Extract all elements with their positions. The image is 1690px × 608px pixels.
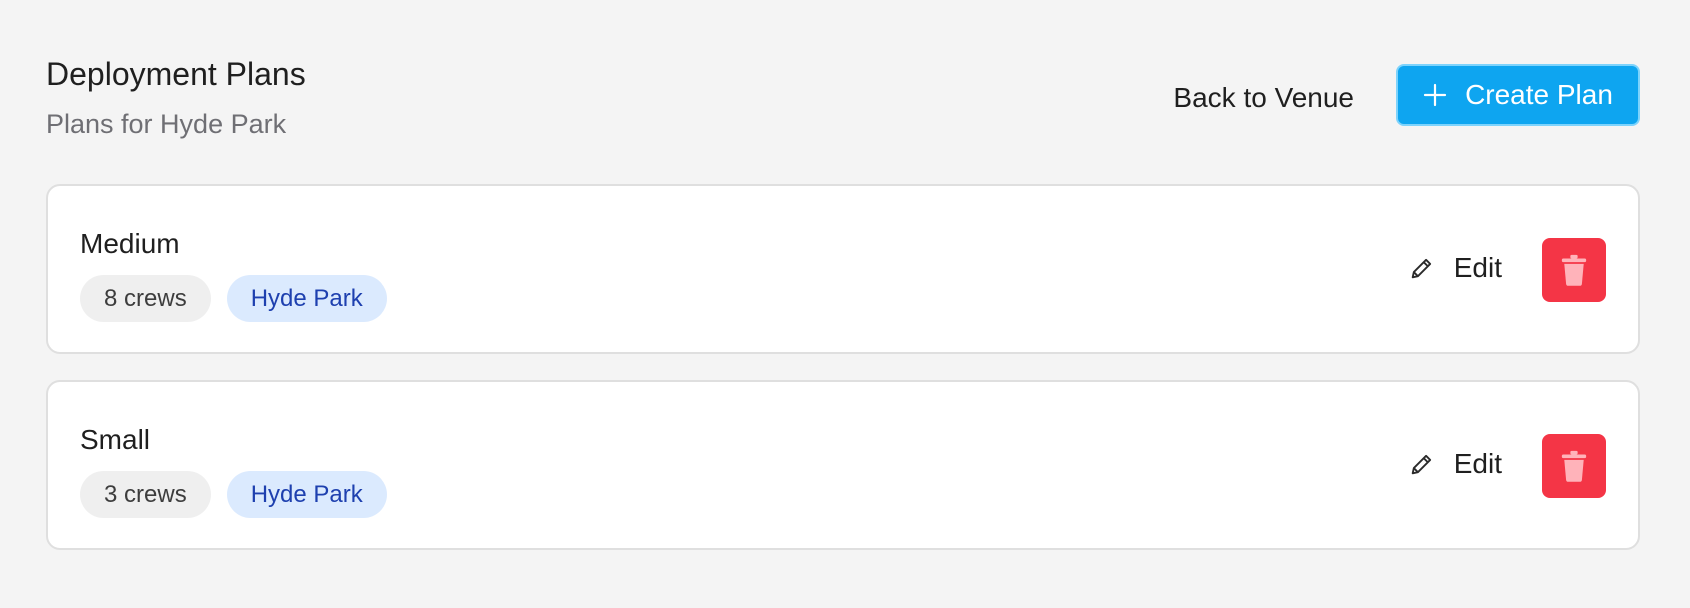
plan-tags: 8 crews Hyde Park — [80, 275, 387, 322]
venue-badge: Hyde Park — [226, 471, 387, 518]
pencil-icon — [1411, 454, 1431, 475]
trash-icon — [1561, 254, 1587, 286]
crews-badge: 8 crews — [80, 275, 211, 322]
trash-icon — [1561, 450, 1587, 482]
create-plan-label: Create Plan — [1465, 79, 1613, 110]
delete-plan-button[interactable] — [1542, 434, 1606, 498]
page-title: Deployment Plans — [46, 56, 306, 92]
venue-badge: Hyde Park — [226, 275, 387, 322]
page-header: Deployment Plans Plans for Hyde Park Bac… — [46, 52, 1640, 147]
page-subtitle: Plans for Hyde Park — [46, 109, 287, 139]
plan-name: Medium — [80, 228, 180, 259]
edit-plan-button[interactable]: Edit — [1408, 248, 1502, 288]
delete-plan-button[interactable] — [1542, 238, 1606, 302]
edit-label: Edit — [1453, 448, 1502, 479]
crews-badge: 3 crews — [80, 471, 211, 518]
back-to-venue-link[interactable]: Back to Venue — [1173, 78, 1354, 118]
plan-list: Medium 8 crews Hyde Park Edit Small 3 cr… — [46, 184, 1640, 576]
plan-name: Small — [80, 424, 151, 455]
plan-tags: 3 crews Hyde Park — [80, 471, 387, 518]
plan-card: Small 3 crews Hyde Park Edit — [46, 380, 1640, 550]
pencil-icon — [1411, 258, 1431, 279]
edit-label: Edit — [1453, 252, 1502, 283]
create-plan-button[interactable]: Create Plan — [1396, 64, 1640, 126]
plan-card: Medium 8 crews Hyde Park Edit — [46, 184, 1640, 354]
plus-icon — [1423, 83, 1447, 107]
edit-plan-button[interactable]: Edit — [1408, 444, 1502, 484]
